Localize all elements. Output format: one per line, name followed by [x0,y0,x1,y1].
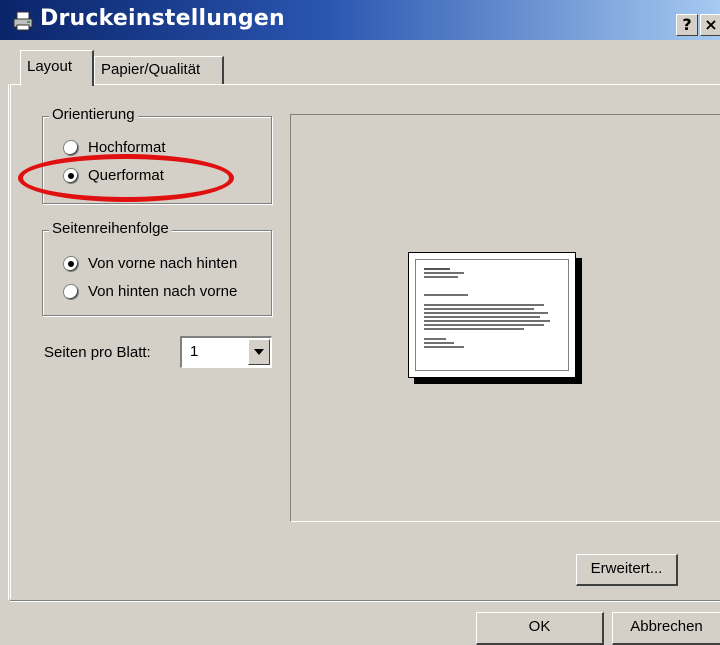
radio-label: Von hinten nach vorne [88,283,238,300]
highlight-ellipse [18,154,234,202]
text-line [424,308,534,310]
text-line [424,338,446,340]
tab-papier-qualitaet[interactable]: Papier/Qualität [94,56,224,84]
page-order-legend: Seitenreihenfolge [49,220,172,237]
print-settings-dialog: Druckeinstellungen ? × Papier/Qualität L… [0,0,720,645]
text-line [424,294,468,296]
text-line [424,312,548,314]
pages-per-sheet-select[interactable]: 1 [180,336,272,368]
tab-layout[interactable]: Layout [20,50,94,86]
preview-page-landscape [408,252,576,378]
radio-dot [68,261,74,267]
radio-button[interactable] [63,284,79,300]
preview-page-content [415,259,569,371]
ok-button[interactable]: OK [476,612,604,645]
close-button[interactable]: × [700,14,720,36]
printer-icon [13,11,33,31]
text-line [424,320,550,322]
text-line [424,276,458,278]
dropdown-button[interactable] [248,339,270,365]
text-line [424,328,524,330]
title-bar[interactable]: Druckeinstellungen ? × [0,0,720,40]
window-title: Druckeinstellungen [40,6,285,31]
help-button[interactable]: ? [676,14,698,36]
panel-edge [8,84,9,600]
advanced-button[interactable]: Erweitert... [576,554,678,586]
separator [10,600,720,602]
radio-button-selected[interactable] [63,256,79,272]
text-line [424,324,544,326]
cancel-button[interactable]: Abbrechen [612,612,720,645]
text-line [424,304,544,306]
text-line [424,342,454,344]
page-order-group: Seitenreihenfolge Von vorne nach hinten … [42,220,272,316]
orientation-legend: Orientierung [49,106,138,123]
text-line [424,346,464,348]
radio-button[interactable] [63,140,79,156]
text-line [424,316,540,318]
text-line [424,268,450,270]
pages-per-sheet-label: Seiten pro Blatt: [44,344,151,361]
text-line [424,272,464,274]
chevron-down-icon [254,349,264,355]
radio-label: Von vorne nach hinten [88,255,238,272]
pages-per-sheet-value: 1 [190,343,199,360]
